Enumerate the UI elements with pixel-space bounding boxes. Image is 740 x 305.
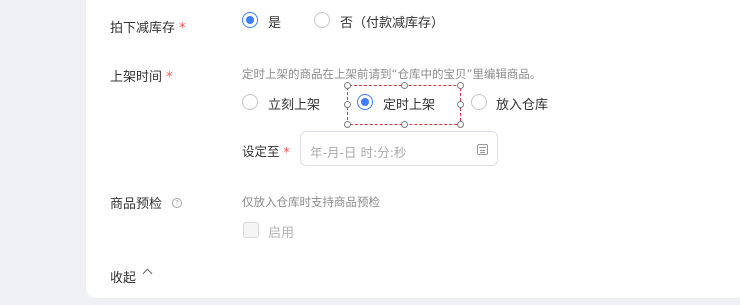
- radio-list-now-label[interactable]: 立刻上架: [268, 94, 320, 113]
- resize-handle[interactable]: [457, 82, 464, 89]
- resize-handle[interactable]: [457, 121, 464, 128]
- schedule-label-text: 设定至: [242, 144, 280, 159]
- listing-time-label-text: 上架时间: [110, 70, 163, 85]
- collapse-link[interactable]: 收起: [110, 267, 136, 286]
- datetime-placeholder: 年-月-日 时:分:秒: [310, 145, 407, 160]
- resize-handle[interactable]: [344, 121, 351, 128]
- radio-inventory-no-label[interactable]: 否（付款减库存）: [340, 12, 444, 31]
- schedule-datetime-input[interactable]: 年-月-日 时:分:秒: [300, 131, 498, 166]
- precheck-label: 商品预检: [110, 197, 163, 212]
- help-icon[interactable]: ?: [172, 198, 182, 208]
- listing-time-label: 上架时间 *: [110, 66, 173, 85]
- schedule-label: 设定至 *: [242, 141, 290, 160]
- calendar-icon[interactable]: [477, 144, 488, 155]
- precheck-enable-checkbox[interactable]: [243, 222, 259, 238]
- precheck-enable-label: 启用: [268, 226, 295, 241]
- inventory-label: 拍下减库存 *: [110, 17, 186, 36]
- listing-time-hint: 定时上架的商品在上架前请到“仓库中的宝贝”里编辑商品。: [242, 67, 542, 81]
- resize-handle[interactable]: [344, 101, 351, 108]
- inventory-label-text: 拍下减库存: [110, 21, 176, 36]
- radio-list-now[interactable]: [242, 94, 258, 110]
- resize-handle[interactable]: [344, 82, 351, 89]
- required-mark: *: [179, 21, 186, 36]
- radio-list-scheduled[interactable]: [357, 94, 373, 110]
- required-mark: *: [283, 144, 290, 159]
- radio-list-warehouse[interactable]: [471, 94, 487, 110]
- resize-handle[interactable]: [401, 82, 408, 89]
- required-mark: *: [166, 70, 173, 85]
- radio-list-scheduled-label[interactable]: 定时上架: [383, 94, 435, 113]
- radio-inventory-yes[interactable]: [242, 12, 258, 28]
- radio-inventory-no[interactable]: [314, 12, 330, 28]
- radio-list-warehouse-label[interactable]: 放入仓库: [496, 94, 548, 113]
- precheck-hint: 仅放入仓库时支持商品预检: [242, 195, 380, 209]
- radio-inventory-yes-label[interactable]: 是: [268, 12, 281, 31]
- resize-handle[interactable]: [401, 121, 408, 128]
- resize-handle[interactable]: [457, 101, 464, 108]
